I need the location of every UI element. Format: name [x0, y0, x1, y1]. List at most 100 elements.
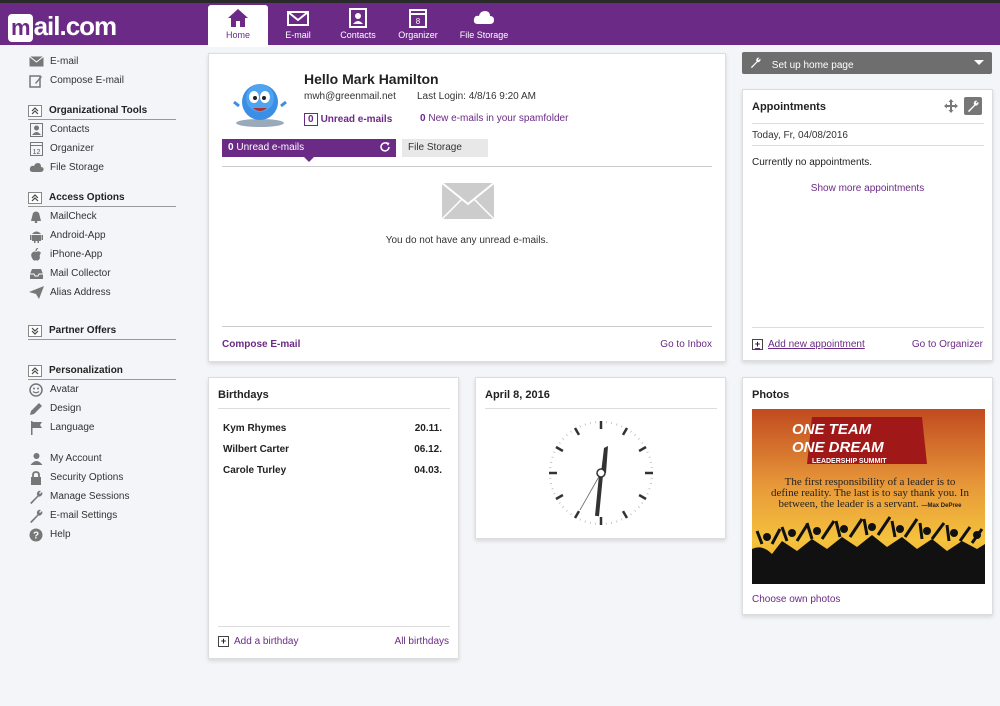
nav-file-storage[interactable]: File Storage — [448, 5, 520, 45]
wrench-icon — [28, 509, 44, 523]
logo-m: m — [8, 14, 33, 42]
section-title: Access Options — [49, 192, 125, 203]
collapse-icon[interactable] — [28, 364, 42, 377]
collapse-icon[interactable] — [28, 191, 42, 204]
section-organizational-tools[interactable]: Organizational Tools — [28, 102, 176, 120]
android-icon — [28, 229, 44, 243]
clock-hour-tick — [573, 510, 581, 519]
birthday-date: 06.12. — [414, 444, 442, 455]
top-bar: m ail.com Home E-mail Contacts 8 Organize… — [0, 0, 1000, 47]
clock-minute-tick — [641, 442, 644, 444]
tab-unread-emails[interactable]: 0 Unread e-mails — [222, 139, 396, 162]
sidebar-item-label: E-mail Settings — [50, 510, 118, 521]
nav-email[interactable]: E-mail — [268, 5, 328, 45]
quote-author: —Max DePree — [921, 503, 962, 509]
sidebar-item-iphone[interactable]: iPhone-App — [28, 245, 178, 264]
birthday-name: Wilbert Carter — [223, 444, 290, 455]
unread-emails-link[interactable]: 0 Unread e-mails — [304, 113, 392, 126]
clock-minute-tick — [630, 430, 632, 433]
sidebar-item-avatar[interactable]: Avatar — [28, 380, 178, 399]
sidebar-item-manage-sessions[interactable]: Manage Sessions — [28, 487, 178, 506]
sidebar-item-contacts[interactable]: Contacts — [28, 120, 178, 139]
avatar[interactable] — [231, 78, 289, 128]
sidebar-item-label: Help — [50, 529, 71, 540]
lock-icon — [28, 470, 44, 485]
clock-minute-tick — [565, 509, 568, 512]
add-appointment-link[interactable]: + Add new appointment — [752, 339, 865, 350]
photo-text-line3: LEADERSHIP SUMMIT — [812, 458, 887, 465]
sidebar-item-language[interactable]: Language — [28, 418, 178, 437]
refresh-icon[interactable] — [379, 141, 391, 156]
section-personalization[interactable]: Personalization — [28, 362, 176, 380]
sidebar-item-mail-collector[interactable]: Mail Collector — [28, 264, 178, 283]
show-more-appointments-link[interactable]: Show more appointments — [743, 183, 992, 194]
clock-minute-tick — [565, 434, 568, 437]
clock-minute-tick — [637, 506, 640, 509]
expand-icon[interactable] — [28, 324, 42, 337]
clock-minute-tick — [648, 456, 651, 458]
calendar-icon: 12 — [28, 141, 44, 156]
plus-icon: + — [218, 636, 229, 647]
svg-text:12: 12 — [32, 149, 40, 156]
sidebar-item-label: Mail Collector — [50, 268, 111, 279]
inbox-icon — [28, 267, 44, 281]
cloud-icon — [473, 11, 494, 24]
sidebar-item-email[interactable]: E-mail — [28, 52, 178, 71]
divider — [218, 626, 450, 627]
birthday-row: Carole Turley 04.03. — [223, 465, 442, 476]
choose-own-photos-link[interactable]: Choose own photos — [752, 594, 840, 605]
sidebar-item-file-storage[interactable]: File Storage — [28, 158, 178, 177]
sidebar-item-mailcheck[interactable]: MailCheck — [28, 207, 178, 226]
add-birthday-label: Add a birthday — [234, 636, 299, 647]
go-to-organizer-link[interactable]: Go to Organizer — [912, 339, 983, 350]
nav-organizer[interactable]: 8 Organizer — [388, 5, 448, 45]
sidebar-item-design[interactable]: Design — [28, 399, 178, 418]
clock-date-title: April 8, 2016 — [485, 389, 550, 401]
sidebar-item-help[interactable]: ? Help — [28, 525, 178, 544]
sidebar-item-organizer[interactable]: 12 Organizer — [28, 139, 178, 158]
nav-contacts[interactable]: Contacts — [328, 5, 388, 45]
move-icon[interactable] — [944, 99, 958, 113]
section-access-options[interactable]: Access Options — [28, 189, 176, 207]
last-login: Last Login: 4/8/16 9:20 AM — [417, 91, 536, 102]
add-birthday-link[interactable]: + Add a birthday — [218, 636, 299, 647]
clock-minute-tick — [579, 518, 582, 521]
settings-button[interactable] — [964, 97, 982, 115]
sidebar-item-label: Android-App — [50, 230, 106, 241]
sidebar-item-alias[interactable]: Alias Address — [28, 283, 178, 302]
divider — [752, 145, 984, 146]
setup-home-page-dropdown[interactable]: Set up home page — [742, 52, 992, 74]
add-appointment-label: Add new appointment — [768, 339, 865, 350]
go-to-inbox-link[interactable]: Go to Inbox — [660, 339, 712, 350]
user-email: mwh@greenmail.net — [304, 91, 396, 102]
clock-minute-tick — [579, 425, 582, 428]
clock-minute-tick — [646, 492, 649, 495]
tab-file-storage[interactable]: File Storage — [402, 139, 488, 157]
appointments-panel: Appointments Today, Fr, 04/08/2016 Curre… — [742, 89, 993, 361]
divider — [752, 327, 984, 328]
clock-minute-tick — [551, 456, 554, 458]
mail-com-logo[interactable]: m ail.com — [8, 11, 117, 42]
calendar-icon: 8 — [409, 9, 427, 28]
clock-minute-tick — [551, 488, 554, 490]
birthdays-panel: Birthdays Kym Rhymes 20.11. Wilbert Carte… — [208, 377, 459, 659]
clock-center — [596, 468, 606, 478]
nav-organizer-label: Organizer — [398, 30, 438, 40]
divider — [485, 408, 717, 409]
spam-link[interactable]: 0 New e-mails in your spamfolder — [420, 113, 568, 124]
paper-plane-icon — [28, 286, 44, 300]
compose-email-link[interactable]: Compose E-mail — [222, 339, 300, 350]
section-partner-offers[interactable]: Partner Offers — [28, 322, 176, 340]
help-icon: ? — [28, 528, 44, 542]
sidebar-item-compose[interactable]: Compose E-mail — [28, 71, 178, 90]
sidebar-item-my-account[interactable]: My Account — [28, 449, 178, 468]
sidebar-item-email-settings[interactable]: E-mail Settings — [28, 506, 178, 525]
featured-photo[interactable]: ONE TEAM ONE DREAM LEADERSHIP SUMMIT The… — [752, 409, 985, 584]
setup-label: Set up home page — [771, 60, 854, 71]
nav-home[interactable]: Home — [208, 5, 268, 47]
divider — [222, 326, 712, 327]
collapse-icon[interactable] — [28, 104, 42, 117]
all-birthdays-link[interactable]: All birthdays — [395, 636, 449, 647]
sidebar-item-security[interactable]: Security Options — [28, 468, 178, 487]
sidebar-item-android[interactable]: Android-App — [28, 226, 178, 245]
